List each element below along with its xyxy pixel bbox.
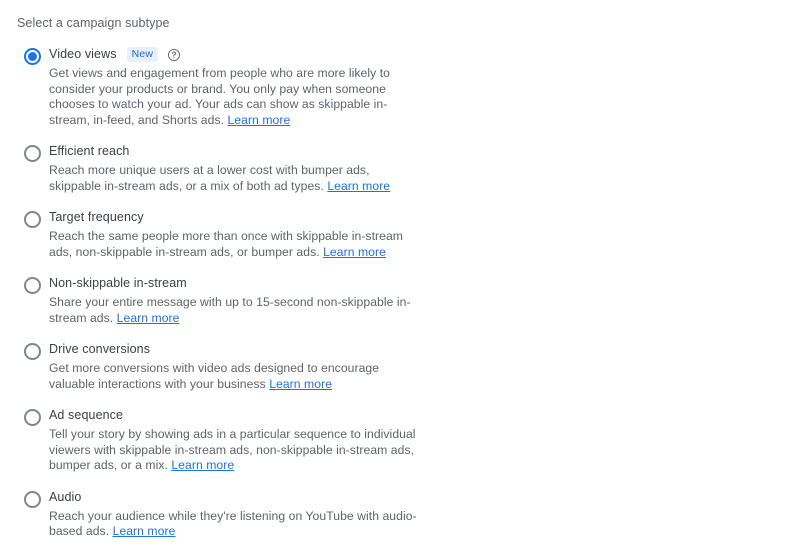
help-circle-icon[interactable] xyxy=(167,48,181,62)
option-description: Reach your audience while they're listen… xyxy=(49,509,424,540)
learn-more-link[interactable]: Learn more xyxy=(113,524,176,538)
page-title: Select a campaign subtype xyxy=(17,16,170,30)
option-header: Video views New xyxy=(49,46,800,63)
option-label: Video views xyxy=(49,47,117,61)
option-description-text: Share your entire message with up to 15-… xyxy=(49,295,411,325)
option-label: Non-skippable in-stream xyxy=(49,276,187,290)
option-description: Share your entire message with up to 15-… xyxy=(49,295,424,326)
option-description: Get more conversions with video ads desi… xyxy=(49,361,424,392)
campaign-subtype-panel: Select a campaign subtype Video views New… xyxy=(0,0,800,559)
radio-button-drive-conversions[interactable] xyxy=(24,343,41,360)
option-header: Drive conversions xyxy=(49,341,800,358)
radio-button-target-frequency[interactable] xyxy=(24,211,41,228)
learn-more-link[interactable]: Learn more xyxy=(327,179,390,193)
option-description: Reach more unique users at a lower cost … xyxy=(49,163,424,194)
option-label: Audio xyxy=(49,489,82,504)
option-description: Tell your story by showing ads in a part… xyxy=(49,427,424,474)
campaign-subtype-option-ad-sequence[interactable]: Ad sequence Tell your story by showing ad… xyxy=(17,407,800,474)
option-header: Target frequency xyxy=(49,209,800,226)
option-description: Get views and engagement from people who… xyxy=(49,66,424,128)
option-header: Audio xyxy=(49,489,800,506)
campaign-subtype-option-drive-conversions[interactable]: Drive conversions Get more conversions wi… xyxy=(17,341,800,392)
option-description-text: Reach your audience while they're listen… xyxy=(49,508,417,539)
learn-more-link[interactable]: Learn more xyxy=(227,113,290,127)
learn-more-link[interactable]: Learn more xyxy=(171,458,234,472)
campaign-subtype-option-audio[interactable]: Audio Reach your audience while they're l… xyxy=(17,489,800,540)
learn-more-link[interactable]: Learn more xyxy=(269,377,332,391)
new-badge: New xyxy=(126,47,159,62)
campaign-subtype-option-video-views[interactable]: Video views New Get views and engagement f… xyxy=(17,46,800,128)
option-description-text: Get views and engagement from people who… xyxy=(49,66,390,127)
option-label: Ad sequence xyxy=(49,408,124,422)
option-header: Non-skippable in-stream xyxy=(49,275,800,292)
campaign-subtype-option-target-frequency[interactable]: Target frequency Reach the same people mo… xyxy=(17,209,800,260)
option-header: Efficient reach xyxy=(49,143,800,160)
option-label: Drive conversions xyxy=(49,342,151,356)
radio-button-audio[interactable] xyxy=(24,490,41,508)
campaign-subtype-radio-group: Video views New Get views and engagement f… xyxy=(17,46,800,540)
option-description-text: Reach more unique users at a lower cost … xyxy=(49,163,370,193)
option-description: Reach the same people more than once wit… xyxy=(49,229,424,260)
radio-button-ad-sequence[interactable] xyxy=(24,409,41,426)
radio-button-efficient-reach[interactable] xyxy=(24,145,41,162)
learn-more-link[interactable]: Learn more xyxy=(323,245,386,259)
campaign-subtype-option-efficient-reach[interactable]: Efficient reach Reach more unique users a… xyxy=(17,143,800,194)
option-label: Target frequency xyxy=(49,210,144,224)
radio-button-non-skippable-in-stream[interactable] xyxy=(24,277,41,294)
learn-more-link[interactable]: Learn more xyxy=(117,311,180,325)
radio-button-video-views[interactable] xyxy=(24,48,41,65)
campaign-subtype-option-non-skippable-in-stream[interactable]: Non-skippable in-stream Share your entire… xyxy=(17,275,800,326)
option-label: Efficient reach xyxy=(49,144,130,158)
option-header: Ad sequence xyxy=(49,407,800,424)
